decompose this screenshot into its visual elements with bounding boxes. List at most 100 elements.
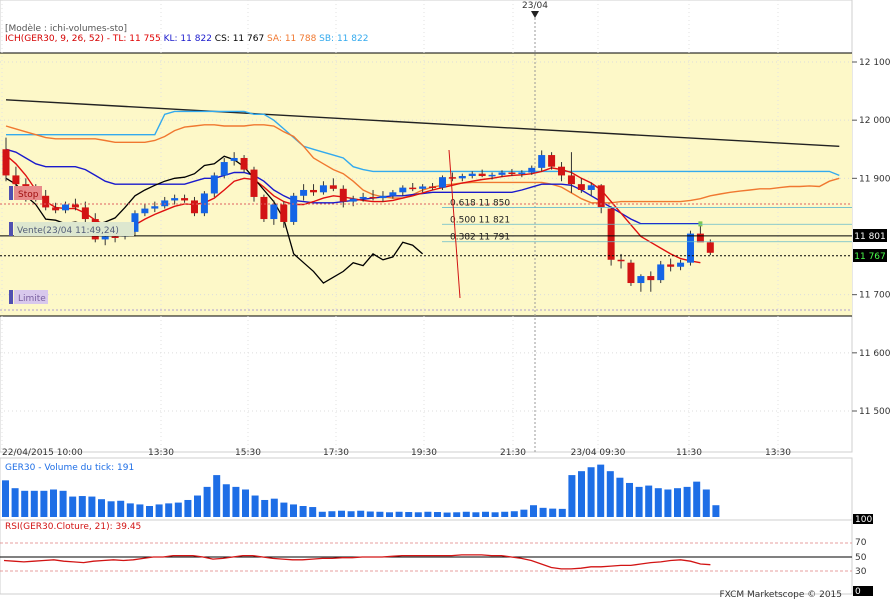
limite-handle[interactable] bbox=[9, 290, 13, 304]
volume-bar bbox=[290, 504, 297, 517]
price-tick-label: 12 100 bbox=[859, 58, 891, 68]
volume-bar bbox=[539, 507, 547, 517]
volume-bar bbox=[107, 501, 115, 517]
volume-bar bbox=[117, 500, 125, 517]
candle-bull bbox=[62, 204, 70, 211]
fib-level-label: 0.618 11 850 bbox=[450, 198, 510, 208]
candle-bull bbox=[151, 206, 159, 209]
time-tick-label: 15:30 bbox=[235, 448, 261, 458]
ichimoku-header-part: ICH(GER30, 9, 26, 52) - bbox=[5, 34, 110, 44]
candle-bear bbox=[2, 149, 10, 176]
volume-bar bbox=[59, 490, 67, 517]
candle-bear bbox=[250, 169, 258, 197]
candle-bull bbox=[141, 208, 149, 214]
volume-bar bbox=[40, 490, 48, 517]
rsi-axis-label: 30 bbox=[855, 567, 867, 577]
fib-level-label: 0.382 11 791 bbox=[450, 233, 510, 243]
volume-bar bbox=[414, 512, 422, 517]
candle-bear bbox=[577, 184, 585, 190]
candle-bull bbox=[359, 196, 367, 199]
volume-bar bbox=[386, 512, 393, 517]
candle-bull bbox=[349, 198, 357, 202]
volume-bar bbox=[520, 509, 528, 517]
volume-bar bbox=[194, 495, 201, 517]
candle-bear bbox=[667, 264, 675, 267]
volume-bar bbox=[626, 482, 633, 517]
volume-bar bbox=[357, 510, 365, 517]
ichimoku-header: ICH(GER30, 9, 26, 52) - TL: 11 755 KL: 1… bbox=[5, 34, 368, 44]
time-tick-label: 13:30 bbox=[765, 448, 791, 458]
volume-bar bbox=[434, 512, 441, 517]
volume-bar bbox=[462, 511, 470, 517]
candle-bull bbox=[498, 172, 506, 175]
candle-bear bbox=[448, 177, 456, 179]
price-tick-label: 11 500 bbox=[859, 407, 891, 417]
volume-bar bbox=[21, 490, 29, 517]
candle-bull bbox=[677, 262, 685, 267]
time-tick-label: 23/04 09:30 bbox=[571, 448, 626, 458]
signal-marker bbox=[698, 221, 703, 227]
volume-bar bbox=[69, 496, 77, 517]
volume-bar bbox=[606, 471, 614, 517]
volume-bar bbox=[165, 503, 173, 517]
candle-bear bbox=[12, 175, 20, 185]
candle-bear bbox=[339, 188, 347, 202]
candle-bull bbox=[220, 162, 228, 176]
volume-bar bbox=[98, 499, 105, 517]
volume-bar bbox=[645, 485, 653, 517]
candle-bear bbox=[567, 175, 575, 185]
candle-bear bbox=[696, 233, 704, 243]
volume-bar bbox=[674, 488, 681, 517]
candle-bull bbox=[200, 193, 208, 214]
volume-bar bbox=[136, 504, 144, 517]
rsi-axis-label: 0 bbox=[855, 587, 861, 597]
ichimoku-header-part: SB: 11 822 bbox=[316, 34, 368, 44]
candle-bull bbox=[686, 233, 694, 263]
candle-bear bbox=[71, 204, 79, 208]
time-tick-label: 22/04/2015 10:00 bbox=[2, 448, 83, 458]
ichimoku-header-part: TL: 11 755 bbox=[110, 34, 161, 44]
candle-bear bbox=[508, 172, 516, 175]
volume-bar bbox=[184, 499, 192, 517]
candle-bear bbox=[627, 262, 635, 284]
volume-bar bbox=[174, 502, 182, 517]
candle-bear bbox=[111, 236, 119, 238]
volume-bar bbox=[146, 506, 153, 517]
current-price-label: 11 801 bbox=[854, 232, 886, 242]
volume-bar bbox=[395, 511, 403, 517]
volume-bar bbox=[683, 486, 691, 517]
volume-bar bbox=[222, 484, 230, 517]
stop-handle[interactable] bbox=[9, 186, 13, 200]
volume-bar bbox=[549, 508, 557, 517]
candle-bear bbox=[81, 207, 89, 220]
ichimoku-header-part: SA: 11 788 bbox=[264, 34, 316, 44]
candle-bull bbox=[438, 177, 446, 188]
volume-bar bbox=[376, 511, 384, 517]
volume-bar bbox=[443, 512, 451, 517]
candle-bull bbox=[419, 186, 427, 189]
ichimoku-header-part: KL: 11 822 bbox=[161, 34, 212, 44]
volume-bar bbox=[453, 512, 461, 517]
vente-handle[interactable] bbox=[9, 222, 13, 236]
volume-bar bbox=[558, 508, 566, 517]
rsi-axis-label: 70 bbox=[855, 538, 867, 548]
candle-bull bbox=[230, 157, 238, 161]
volume-bar bbox=[280, 502, 288, 517]
time-tick-label: 21:30 bbox=[500, 448, 526, 458]
candle-bull bbox=[171, 198, 179, 201]
stop-label: Stop bbox=[18, 190, 39, 200]
volume-bar bbox=[11, 488, 19, 517]
candle-bull bbox=[319, 185, 327, 193]
candle-bull bbox=[458, 176, 466, 179]
volume-bar bbox=[578, 471, 585, 517]
volume-bar bbox=[270, 498, 278, 517]
rsi-axis-label: 100 bbox=[855, 515, 872, 525]
candle-bear bbox=[280, 204, 288, 222]
limite-label: Limite bbox=[18, 294, 46, 304]
close-price-label: 11 767 bbox=[854, 252, 886, 262]
volume-bar bbox=[472, 512, 480, 517]
candle-bear bbox=[310, 189, 318, 193]
candle-bull bbox=[379, 195, 387, 199]
candle-bull bbox=[468, 173, 476, 177]
candle-bear bbox=[260, 196, 268, 220]
